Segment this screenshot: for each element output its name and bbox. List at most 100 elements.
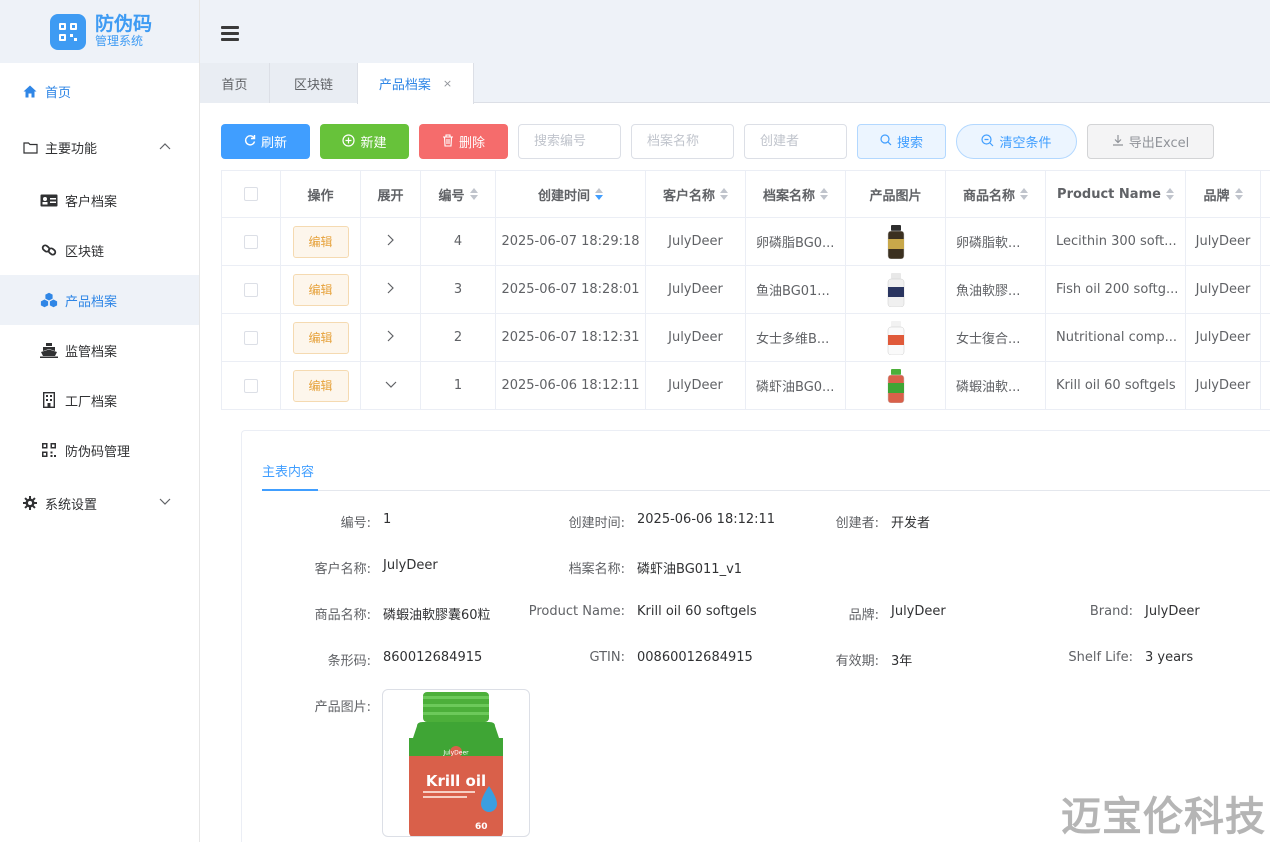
sort-icon[interactable] [595,188,603,200]
row-expand-cell [361,218,421,265]
cell-product-image[interactable] [846,314,946,361]
product-thumbnail[interactable] [887,272,905,307]
search-button[interactable]: 搜索 [857,124,946,159]
header-product-name[interactable]: Product Name [1046,171,1186,217]
chevron-down-icon[interactable] [385,378,397,393]
sort-icon[interactable] [1020,188,1028,200]
table-row[interactable]: 编辑 1 2025-06-06 18:12:11 JulyDeer 磷虾油BG0... 磷… [222,362,1270,410]
header-brand[interactable]: 品牌 [1186,171,1261,217]
cell-created-time: 2025-06-07 18:12:31 [496,314,646,361]
chevron-right-icon[interactable] [387,330,395,346]
value-archive-name: 磷虾油BG011_v1 [637,562,743,577]
export-excel-button[interactable]: 导出Excel [1087,124,1214,159]
product-thumbnail[interactable] [887,320,905,355]
product-image[interactable]: JulyDeer Krill oil 60 [382,689,530,837]
header-goods-name[interactable]: 商品名称 [946,171,1046,217]
clear-conditions-button[interactable]: 清空条件 [956,124,1077,159]
sort-icon[interactable] [720,188,728,200]
gear-icon [22,495,38,511]
sidebar-item-factory-archive[interactable]: 工厂档案 [0,375,199,425]
sidebar-item-code-management[interactable]: 防伪码管理 [0,425,199,475]
cell-created-time: 2025-06-06 18:12:11 [496,362,646,409]
header-actions: 操作 [281,171,361,217]
sidebar-item-label: 首页 [45,85,72,101]
sort-icon[interactable] [469,188,478,200]
header-customer-name[interactable]: 客户名称 [646,171,746,217]
edit-button[interactable]: 编辑 [292,321,349,354]
sort-icon[interactable] [820,188,828,200]
cell-product-name: Lecithin 300 soft... [1046,218,1186,265]
row-checkbox[interactable] [244,282,258,297]
sidebar: 防伪码 管理系统 首页 主要功能 客户档案 区块链 产品档案 监管档案 工厂档案… [0,0,200,842]
new-button[interactable]: 新建 [320,124,409,159]
refresh-button[interactable]: 刷新 [221,124,310,159]
table-row[interactable]: 编辑 2 2025-06-07 18:12:31 JulyDeer 女士多维B... 女士… [222,314,1270,362]
search-number-input[interactable] [518,124,621,159]
sort-icon[interactable] [1234,188,1243,200]
edit-button[interactable]: 编辑 [292,225,349,258]
menu-toggle-icon[interactable] [221,26,239,44]
cell-customer-name: JulyDeer [646,314,746,361]
id-card-icon [40,192,58,208]
sidebar-item-customer-archive[interactable]: 客户档案 [0,175,199,225]
sidebar-group-main[interactable]: 主要功能 [0,119,199,175]
app-title: 防伪码 [95,13,153,36]
table-row[interactable]: 编辑 4 2025-06-07 18:29:18 JulyDeer 卵磷脂BG0... 卵… [222,218,1270,266]
archive-name-input[interactable] [631,124,734,159]
row-actions-cell: 编辑 [281,266,361,313]
topbar [200,0,1270,63]
row-select-cell [222,266,281,313]
row-checkbox[interactable] [244,330,258,345]
cell-product-image[interactable] [846,266,946,313]
sidebar-item-home[interactable]: 首页 [0,63,199,119]
cell-number: 4 [421,218,496,265]
cell-product-image[interactable] [846,218,946,265]
cell-archive-name: 磷虾油BG0... [746,362,846,409]
sidebar-item-supervision-archive[interactable]: 监管档案 [0,325,199,375]
chevron-right-icon[interactable] [387,234,395,250]
chevron-down-icon [159,495,171,510]
tab-product-archive[interactable]: 产品档案 × [357,63,474,104]
select-all-checkbox[interactable] [244,187,258,201]
app-logo[interactable]: 防伪码 管理系统 [0,0,199,63]
close-icon[interactable]: × [443,77,452,90]
cell-product-image[interactable] [846,362,946,409]
sidebar-group-settings[interactable]: 系统设置 [0,475,199,531]
row-expand-cell [361,362,421,409]
table-header: 操作 展开 编号 创建时间 客户名称 档案名称 产品图片 商品名称 Produc… [222,171,1270,218]
cell-archive-name: 女士多维B... [746,314,846,361]
sidebar-item-product-archive[interactable]: 产品档案 [0,275,199,325]
download-icon [1112,134,1124,149]
label-created-time: 创建时间: [568,516,625,531]
edit-button[interactable]: 编辑 [292,273,349,306]
image-title-text: Krill oil [426,772,486,790]
header-created-time[interactable]: 创建时间 [496,171,646,217]
tab-main-content[interactable]: 主表内容 [262,461,314,480]
select-all-cell [222,171,281,217]
sort-icon[interactable] [1165,188,1174,200]
creator-input[interactable] [744,124,847,159]
tab-blockchain[interactable]: 区块链 [270,63,358,103]
header-archive-name[interactable]: 档案名称 [746,171,846,217]
zoom-out-icon [981,133,994,150]
building-icon [40,392,58,408]
new-label: 新建 [360,136,387,151]
chevron-right-icon[interactable] [387,282,395,298]
value-created-time: 2025-06-06 18:12:11 [637,512,776,527]
sidebar-item-blockchain[interactable]: 区块链 [0,225,199,275]
table-row[interactable]: 编辑 3 2025-06-07 18:28:01 JulyDeer 鱼油BG01... 魚… [222,266,1270,314]
value-brand-en: JulyDeer [1145,604,1200,619]
cell-brand: JulyDeer [1186,314,1261,361]
header-number[interactable]: 编号 [421,171,496,217]
row-checkbox[interactable] [244,378,258,393]
tab-home[interactable]: 首页 [200,63,270,103]
delete-button[interactable]: 删除 [419,124,508,159]
cell-goods-name: 磷蝦油軟... [946,362,1046,409]
product-thumbnail[interactable] [887,368,905,403]
tab-label: 区块链 [293,77,333,93]
cell-number: 2 [421,314,496,361]
row-checkbox[interactable] [244,234,258,249]
edit-button[interactable]: 编辑 [292,369,349,402]
label-product-image: 产品图片: [314,700,371,715]
product-thumbnail[interactable] [887,224,905,259]
